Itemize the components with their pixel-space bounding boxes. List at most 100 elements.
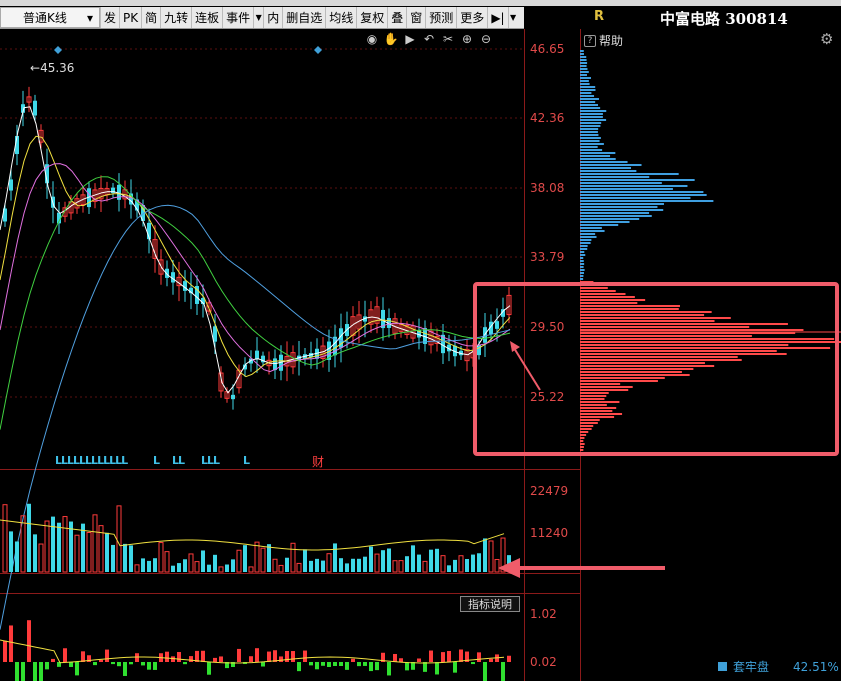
volume-bar bbox=[405, 556, 409, 572]
indicator-bar bbox=[327, 662, 331, 668]
indicator-bar bbox=[429, 650, 433, 662]
chip-bar bbox=[580, 254, 586, 256]
volume-bar bbox=[33, 534, 37, 572]
indicator-bar bbox=[147, 662, 151, 670]
indicator-bar bbox=[291, 651, 295, 662]
chip-bar bbox=[580, 80, 589, 82]
chip-bar bbox=[580, 215, 652, 217]
volume-bar bbox=[225, 564, 229, 572]
indicator-bar bbox=[285, 650, 289, 662]
indicator-bar bbox=[81, 651, 85, 662]
chip-bar bbox=[580, 62, 588, 64]
chip-bar bbox=[580, 260, 584, 262]
chip-bar bbox=[580, 110, 607, 112]
chip-bar bbox=[580, 272, 584, 274]
volume-bar bbox=[236, 549, 242, 573]
volume-bar bbox=[2, 504, 8, 573]
chip-bar bbox=[580, 185, 688, 187]
indicator-bar bbox=[471, 662, 475, 665]
volume-bar bbox=[129, 545, 133, 572]
candle-body bbox=[165, 268, 169, 278]
indicator-bar bbox=[9, 625, 13, 662]
volume-bar bbox=[387, 548, 391, 572]
chip-bar bbox=[580, 248, 588, 250]
volume-bar bbox=[278, 564, 284, 573]
chip-bar bbox=[580, 137, 601, 139]
indicator-bar bbox=[459, 649, 463, 662]
chip-bar bbox=[580, 113, 603, 115]
chip-bar bbox=[580, 203, 664, 205]
volume-bar bbox=[207, 564, 211, 572]
volume-bar bbox=[218, 566, 224, 573]
volume-bar bbox=[500, 537, 506, 573]
chip-bar bbox=[580, 56, 587, 58]
volume-bar bbox=[44, 520, 50, 573]
indicator-bar bbox=[333, 662, 337, 666]
chip-bar bbox=[580, 146, 598, 148]
high-price-label: ←45.36 bbox=[30, 61, 75, 75]
volume-bar bbox=[92, 514, 98, 573]
chip-bar bbox=[580, 212, 650, 214]
indicator-bar bbox=[237, 648, 241, 662]
chip-bar bbox=[580, 239, 592, 241]
indicator-bar bbox=[27, 620, 31, 662]
chip-bar bbox=[580, 158, 616, 160]
volume-bar bbox=[285, 557, 289, 572]
volume-bar bbox=[254, 541, 260, 573]
chip-bar bbox=[580, 191, 704, 193]
volume-bar bbox=[296, 562, 302, 573]
limit-label: LLLLLLLLLLLL bbox=[55, 454, 128, 467]
chip-bar bbox=[580, 233, 596, 235]
chip-bar bbox=[580, 128, 599, 130]
volume-bar bbox=[477, 553, 481, 572]
indicator-bar bbox=[387, 662, 391, 676]
indicator-bar bbox=[489, 658, 493, 662]
chip-bar bbox=[580, 152, 616, 154]
volume-bar bbox=[345, 563, 349, 572]
volume-bar bbox=[333, 543, 337, 572]
chip-bar bbox=[580, 224, 619, 226]
volume-bar bbox=[164, 551, 170, 573]
indicator-bar bbox=[369, 662, 373, 672]
limit-label: LL bbox=[172, 454, 185, 467]
volume-bar bbox=[363, 556, 367, 572]
indicator-help-button[interactable]: 指标说明 bbox=[460, 596, 520, 612]
indicator-bar bbox=[255, 648, 259, 662]
chip-bar bbox=[580, 245, 588, 247]
indicator-bar bbox=[111, 662, 115, 665]
high-price-value: 45.36 bbox=[40, 61, 75, 75]
ma30-line bbox=[0, 176, 511, 430]
volume-bar bbox=[62, 516, 68, 573]
indicator-bar bbox=[447, 650, 451, 662]
price-tick: 46.65 bbox=[530, 42, 565, 56]
chip-bar bbox=[580, 236, 597, 238]
chip-bar bbox=[580, 275, 584, 277]
chip-bar bbox=[580, 83, 590, 85]
chip-bar bbox=[580, 182, 662, 184]
indicator-bar bbox=[129, 662, 133, 665]
legend-label: 套牢盘 bbox=[733, 660, 770, 674]
indicator-bar bbox=[405, 662, 409, 671]
volume-bar bbox=[51, 516, 55, 572]
indicator-bar bbox=[321, 662, 325, 666]
indicator-bar bbox=[393, 653, 397, 662]
chip-bar bbox=[580, 206, 658, 208]
indicator-bar bbox=[351, 658, 355, 662]
volume-bar bbox=[116, 505, 122, 573]
candle-body bbox=[255, 350, 259, 360]
chip-bar bbox=[580, 92, 592, 94]
volume-bar bbox=[488, 540, 494, 573]
chip-bar bbox=[580, 98, 599, 100]
chip-bar bbox=[580, 119, 607, 121]
volume-bar bbox=[374, 553, 380, 573]
indicator-bar bbox=[21, 662, 25, 681]
event-diamond bbox=[54, 46, 62, 54]
chip-bar bbox=[580, 209, 664, 211]
chip-bar bbox=[580, 95, 595, 97]
chip-bar bbox=[580, 86, 596, 88]
volume-bar bbox=[357, 558, 361, 572]
indicator-bar bbox=[375, 662, 379, 671]
finance-marker[interactable]: 财 bbox=[312, 453, 324, 470]
indicator-bar bbox=[3, 640, 7, 662]
chip-bar bbox=[580, 140, 600, 142]
